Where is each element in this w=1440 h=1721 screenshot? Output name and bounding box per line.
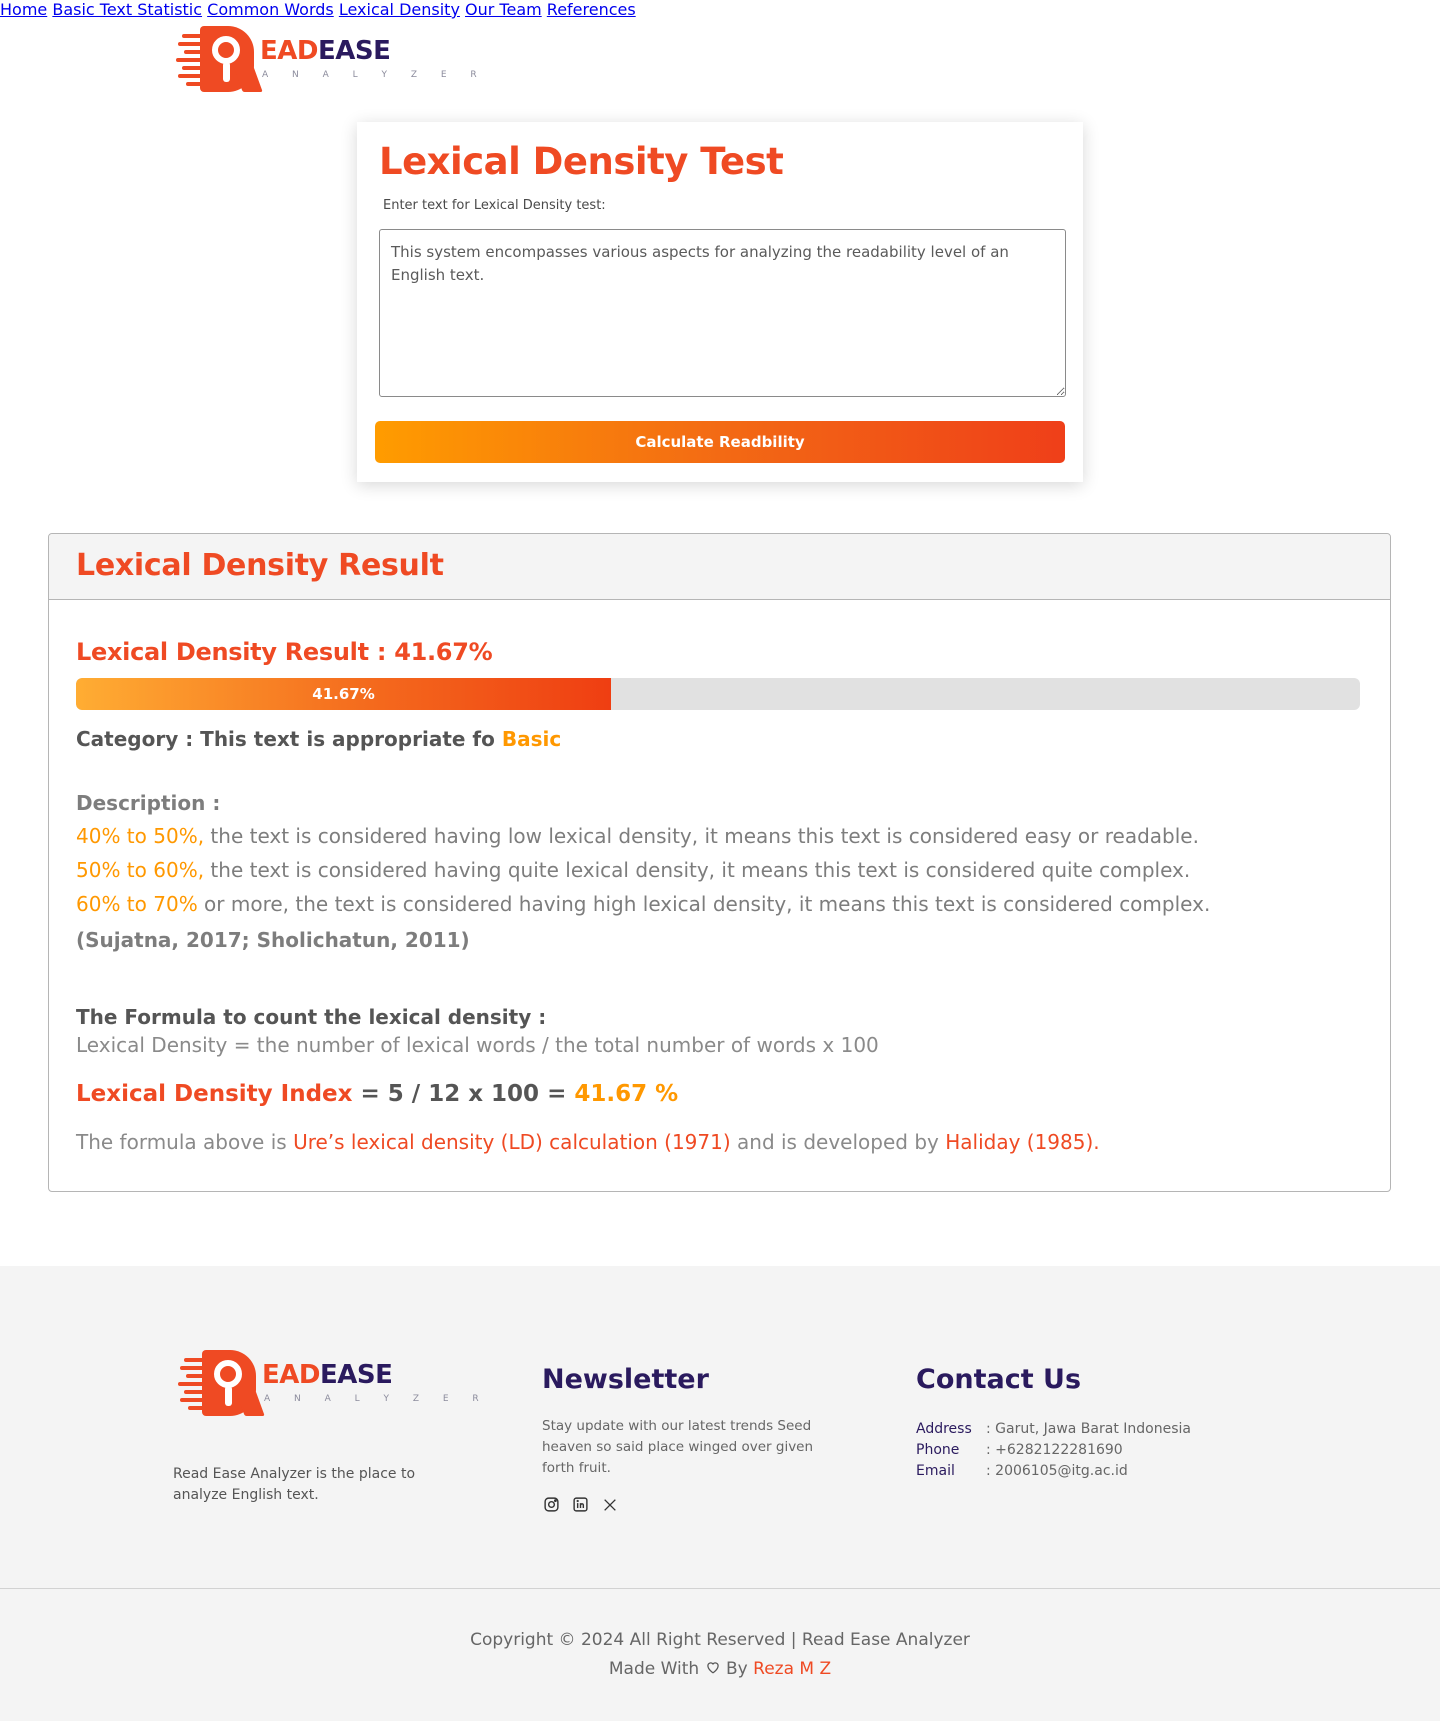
contact-key: Address xyxy=(916,1421,972,1437)
contact-key: Phone xyxy=(916,1442,960,1458)
test-title: Lexical Density Test xyxy=(379,140,784,183)
footer-about: Read Ease Analyzer is the place to analy… xyxy=(173,1466,416,1503)
newsletter-title: Newsletter xyxy=(542,1364,709,1395)
ure-reference: Ure’s lexical density (LD) calculation (… xyxy=(293,1130,731,1154)
citation: (Sujatna, 2017; Sholichatun, 2011) xyxy=(76,928,470,952)
category-prefix: Category : This text is appropriate fo xyxy=(76,727,495,751)
made-with-text: Made With xyxy=(608,1659,700,1679)
note-prefix: The formula above is xyxy=(76,1130,294,1154)
text-input[interactable]: This system encompasses various aspects … xyxy=(379,229,1066,397)
density-progress-bar: 41.67% xyxy=(76,678,1360,710)
made-with-line: Made With By Reza M Z xyxy=(0,1659,1440,1679)
category-line: Category : This text is appropriate fo B… xyxy=(76,727,561,751)
description-range: 40% to 50%, xyxy=(76,824,205,848)
main-nav: Home Basic Text Statistic Common Words L… xyxy=(0,0,1440,19)
density-index-label: Lexical Density Index xyxy=(76,1081,353,1107)
description-line: 50% to 60%, the text is considered havin… xyxy=(76,858,1190,882)
description-line: 40% to 50%, the text is considered havin… xyxy=(76,824,1199,848)
formula-title: The Formula to count the lexical density… xyxy=(76,1005,547,1029)
category-value: Basic xyxy=(501,727,562,751)
description-line: 60% to 70% or more, the text is consider… xyxy=(76,892,1210,916)
contact-row: Email : 2006105@itg.ac.id xyxy=(916,1461,1191,1482)
contact-value: : Garut, Jawa Barat Indonesia xyxy=(986,1421,1191,1437)
result-heading: Lexical Density Result xyxy=(76,548,444,583)
description-text: the text is considered having quite lexi… xyxy=(204,858,1191,882)
result-score: Lexical Density Result : 41.67% xyxy=(76,638,493,666)
contact-key: Email xyxy=(916,1463,955,1479)
contact-row: Phone : +6282122281690 xyxy=(916,1440,1191,1461)
description-text: or more, the text is considered having h… xyxy=(197,892,1211,916)
nav-our-team[interactable]: Our Team xyxy=(465,0,542,19)
calculate-readability-button[interactable]: Calculate Readbility xyxy=(375,421,1065,463)
magnifier-icon xyxy=(212,36,240,64)
instagram-icon[interactable] xyxy=(543,1496,560,1513)
density-index-calc: = 5 / 12 x 100 = xyxy=(352,1081,575,1107)
logo-text-secondary: EASE xyxy=(319,1360,393,1390)
description-text: the text is considered having low lexica… xyxy=(204,824,1199,848)
contact-value: : 2006105@itg.ac.id xyxy=(986,1463,1128,1479)
density-index-line: Lexical Density Index = 5 / 12 x 100 = 4… xyxy=(76,1081,678,1107)
formula-source-note: The formula above is Ure’s lexical densi… xyxy=(76,1130,1100,1154)
page: EADEASE A N A L Y Z E R Home Basic Text … xyxy=(0,0,1440,1721)
logo-text-secondary: EASE xyxy=(317,36,391,66)
nav-basic-text-statistic[interactable]: Basic Text Statistic xyxy=(52,0,202,19)
description-range: 50% to 60%, xyxy=(76,858,205,882)
description-range: 60% to 70% xyxy=(76,892,198,916)
logo-mark xyxy=(176,26,263,92)
copyright-text: Copyright © 2024 All Right Reserved | Re… xyxy=(470,1630,970,1650)
nav-home[interactable]: Home xyxy=(0,0,47,19)
text-input-label: Enter text for Lexical Density test: xyxy=(383,198,606,213)
newsletter-text: Stay update with our latest trends Seed … xyxy=(542,1418,814,1476)
lexical-density-result-panel: Lexical Density Result Lexical Density R… xyxy=(48,533,1391,1192)
contact-row: Address : Garut, Jawa Barat Indonesia xyxy=(916,1419,1191,1440)
header-logo[interactable]: EADEASE A N A L Y Z E R xyxy=(176,26,487,92)
linkedin-icon[interactable] xyxy=(572,1496,589,1513)
density-index-value: 41.67 % xyxy=(574,1081,679,1107)
nav-references[interactable]: References xyxy=(547,0,636,19)
site-footer: EADEASE A N A L Y Z E R Read Ease Analyz… xyxy=(0,1266,1440,1721)
magnifier-icon xyxy=(214,1360,242,1388)
nav-common-words[interactable]: Common Words xyxy=(207,0,334,19)
haliday-reference: Haliday (1985). xyxy=(945,1130,1100,1154)
author-link[interactable]: Reza M Z xyxy=(753,1659,831,1679)
note-mid: and is developed by xyxy=(730,1130,946,1154)
site-header: EADEASE A N A L Y Z E R Home Basic Text … xyxy=(0,0,1440,120)
logo-mark xyxy=(178,1350,265,1416)
logo-tagline: A N A L Y Z E R xyxy=(262,70,488,80)
logo-text-primary: EAD xyxy=(262,1360,320,1390)
logo-text-primary: EAD xyxy=(260,36,318,66)
footer-logo[interactable]: EADEASE A N A L Y Z E R xyxy=(178,1350,489,1416)
contact-title: Contact Us xyxy=(916,1364,1082,1395)
logo-tagline: A N A L Y Z E R xyxy=(264,1394,490,1404)
nav-lexical-density[interactable]: Lexical Density xyxy=(339,0,460,19)
description-title: Description : xyxy=(76,791,221,815)
heart-icon xyxy=(705,1659,721,1679)
made-by-text: By xyxy=(726,1659,748,1679)
x-icon[interactable] xyxy=(601,1496,618,1513)
density-progress-fill: 41.67% xyxy=(76,678,612,710)
contact-info: Address : Garut, Jawa Barat Indonesia Pho… xyxy=(916,1419,1191,1482)
contact-value: : +6282122281690 xyxy=(986,1442,1123,1458)
social-links xyxy=(543,1496,618,1513)
lexical-density-test-card: Lexical Density Test Enter text for Lexi… xyxy=(357,122,1083,482)
footer-divider xyxy=(0,1588,1440,1589)
formula-text: Lexical Density = the number of lexical … xyxy=(76,1033,879,1057)
result-header: Lexical Density Result xyxy=(49,534,1390,600)
